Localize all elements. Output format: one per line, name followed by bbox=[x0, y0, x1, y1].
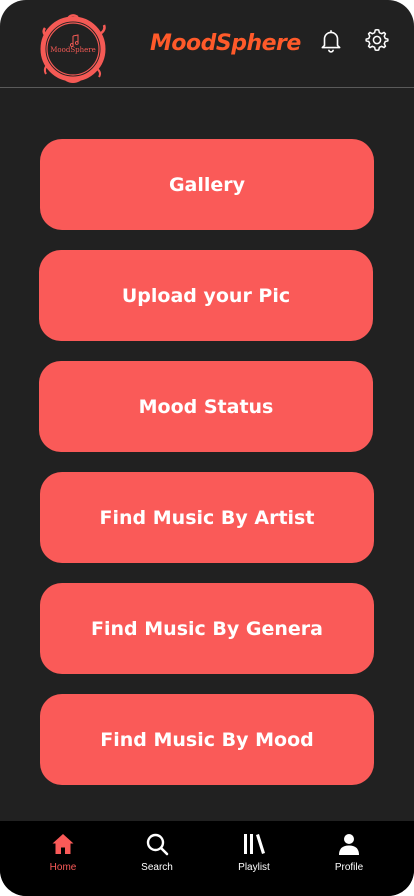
bottom-nav: Home Search Playlist Profile bbox=[0, 821, 414, 896]
find-music-by-mood-button[interactable]: Find Music By Mood bbox=[40, 694, 374, 785]
nav-playlist[interactable]: Playlist bbox=[214, 821, 294, 896]
upload-pic-button[interactable]: Upload your Pic bbox=[39, 250, 373, 341]
music-note-icon bbox=[69, 34, 79, 47]
nav-label-playlist: Playlist bbox=[238, 862, 270, 873]
nav-profile[interactable]: Profile bbox=[309, 821, 389, 896]
gear-icon bbox=[365, 28, 389, 52]
nav-label-search: Search bbox=[141, 862, 173, 873]
nav-home[interactable]: Home bbox=[23, 821, 103, 896]
bell-icon bbox=[321, 30, 341, 53]
nav-label-home: Home bbox=[49, 862, 77, 873]
app-logo: MoodSphere bbox=[38, 14, 108, 84]
library-icon bbox=[244, 834, 265, 854]
header: MoodSphere MoodSphere bbox=[0, 0, 414, 88]
search-icon bbox=[146, 833, 169, 856]
logo-text: MoodSphere bbox=[50, 46, 96, 54]
home-icon bbox=[52, 834, 74, 854]
gallery-button[interactable]: Gallery bbox=[40, 139, 374, 230]
settings-button[interactable] bbox=[364, 27, 390, 53]
nav-label-profile: Profile bbox=[334, 862, 364, 873]
app-screen: MoodSphere MoodSphere Gallery Upload you… bbox=[0, 0, 414, 896]
profile-icon bbox=[339, 834, 359, 855]
app-title: MoodSphere bbox=[150, 31, 301, 56]
find-music-by-genera-button[interactable]: Find Music By Genera bbox=[40, 583, 374, 674]
find-music-by-artist-button[interactable]: Find Music By Artist bbox=[40, 472, 374, 563]
nav-search[interactable]: Search bbox=[117, 821, 197, 896]
notifications-button[interactable] bbox=[318, 27, 344, 53]
mood-status-button[interactable]: Mood Status bbox=[39, 361, 373, 452]
